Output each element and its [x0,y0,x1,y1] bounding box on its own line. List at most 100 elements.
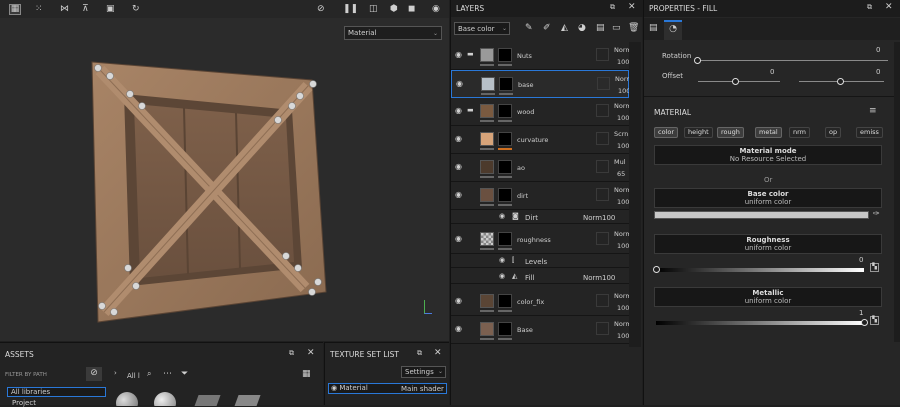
grid-view-icon[interactable]: ▦ [302,370,311,379]
brush-icon[interactable]: ✐ [543,24,551,33]
layer-opacity[interactable]: 100 [617,114,629,122]
channel-tag-nrm[interactable]: nrm [789,127,811,138]
metallic-gradient[interactable] [656,321,864,325]
eye-icon[interactable]: ◉ [455,235,462,243]
eye-icon[interactable]: ◉ [455,163,462,171]
folder-icon[interactable]: ▬ [467,107,474,114]
base-color-box[interactable]: Base color uniform color [654,188,882,208]
roughness-slider[interactable] [652,266,660,273]
eye-icon[interactable]: ◉ [455,135,462,143]
layer-blend[interactable]: Mul [614,158,626,166]
chevron-right-icon[interactable]: › [114,370,117,377]
search-icon[interactable]: ⌕ [147,370,151,378]
layer-opacity[interactable]: 100 [617,332,629,340]
camera-icon[interactable]: ◉ [432,5,440,14]
texture-set-item[interactable]: ◉ Material Main shader [328,383,447,394]
layer-row[interactable]: ◉ curvature Scrn 100 [451,126,629,154]
add-layer-icon[interactable]: ▤ [596,24,605,33]
tools-icon[interactable]: ✎ [525,24,533,33]
undock-icon[interactable]: ⧉ [289,350,294,357]
eye-icon[interactable]: ◉ [455,297,462,305]
offset-y-slider[interactable] [837,78,844,85]
more-icon[interactable]: ⋯ [163,370,172,379]
rotation-slider[interactable] [694,57,701,64]
effect-blend[interactable]: Norm [583,214,602,222]
history-icon[interactable]: ↻ [132,5,140,14]
cube-icon[interactable]: ⬢ [390,5,398,14]
base-color-swatch[interactable] [654,211,869,219]
layer-row[interactable]: ◉ base Norm 100 [451,70,633,98]
library-item-all[interactable]: All libraries [7,387,106,397]
channel-tag-color[interactable]: color [654,127,679,138]
align-icon[interactable]: ⊼ [82,5,89,14]
media-icon[interactable]: ▣ [106,5,115,14]
fill-bucket-icon[interactable]: ◭ [561,24,568,33]
layer-row[interactable]: ◉ ▬ wood Norm 100 [451,98,632,126]
settings-dropdown[interactable]: Settings ⌄ [401,366,446,378]
layer-row[interactable]: ◉ roughness Norm 100 [451,226,632,254]
effect-opacity[interactable]: 100 [602,274,615,282]
material-dropdown[interactable]: Material ⌄ [344,26,442,40]
delete-icon[interactable]: 🗑 [628,24,639,33]
material-mode-box[interactable]: Material mode No Resource Selected [654,145,882,165]
channel-tag-height[interactable]: height [684,127,713,138]
filter-toggle-icon[interactable]: ⊘ [86,367,102,381]
layer-opacity[interactable]: 65 [617,170,625,178]
asset-thumb[interactable] [154,392,176,406]
channel-dropdown[interactable]: Base color ⌄ [454,22,510,35]
texture-slot-icon[interactable]: ▚ [870,263,879,272]
close-icon[interactable]: ✕ [885,3,893,12]
texture-slot-icon[interactable]: ▚ [870,316,879,325]
eye-icon[interactable]: ◉ [455,51,462,59]
asset-thumb[interactable] [233,395,261,406]
eye-icon[interactable]: ◉ [331,385,337,392]
close-icon[interactable]: ✕ [434,349,442,358]
eye-icon[interactable]: ◉ [455,107,462,115]
frame-icon[interactable]: ◫ [369,5,378,14]
split-icon[interactable]: ⋈ [60,5,69,14]
settings-tab[interactable]: ▤ [649,24,658,33]
layer-row[interactable]: ◉ dirt Norm 100 [451,182,632,210]
metallic-slider[interactable] [860,319,868,326]
asset-thumb[interactable] [116,392,138,406]
close-icon[interactable]: ✕ [628,3,636,12]
eye-icon[interactable]: ◉ [455,191,462,199]
eyedropper-icon[interactable]: ✑ [873,210,880,218]
undock-icon[interactable]: ⧉ [417,350,422,357]
offset-x-slider[interactable] [732,78,739,85]
dotgrid-icon[interactable]: ⁙ [35,5,43,14]
roughness-box[interactable]: Roughness uniform color [654,234,882,254]
effect-row[interactable]: ◉ ⫿ Levels [451,254,629,268]
video-icon[interactable]: ◼ [408,5,415,14]
undock-icon[interactable]: ⧉ [867,4,872,11]
effect-blend[interactable]: Norm [583,274,602,282]
asset-thumb[interactable] [193,395,221,406]
layer-row[interactable]: ◉ ao Mul 65 [451,154,629,182]
eye-icon[interactable]: ◉ [456,80,463,88]
layer-opacity[interactable]: 100 [617,242,629,250]
channel-tag-metal[interactable]: metal [755,127,782,138]
eye-icon[interactable]: ◉ [499,273,505,280]
close-icon[interactable]: ✕ [307,349,315,358]
metallic-box[interactable]: Metallic uniform color [654,287,882,307]
layer-opacity[interactable]: 100 [617,304,629,312]
funnel-icon[interactable]: ⏷ [181,370,188,379]
viewport[interactable]: ▦ ⁙ ⋈ ⊼ ▣ ↻ ⊘ ❚❚ ◫ ⬢ ◼ ◉ Material ⌄ [0,0,449,341]
library-item-project[interactable]: Project [12,399,36,407]
pause-icon[interactable]: ❚❚ [343,5,358,14]
material-tab[interactable]: ◔ [664,20,682,40]
layer-row[interactable]: ◉ ▬ Nuts Norm 100 [451,42,632,70]
eye-icon[interactable]: ◉ [499,213,505,220]
palette-icon[interactable]: ◕ [578,24,586,33]
channel-tag-op[interactable]: op [825,127,842,138]
effect-row[interactable]: ◉ ◙ Dirt Norm 100 [451,210,629,224]
effect-row[interactable]: ◉ ◭ Fill Norm 100 [451,270,629,284]
eye-icon[interactable]: ◉ [455,325,462,333]
layer-blend[interactable]: Scrn [614,130,628,138]
material-menu-icon[interactable]: ≡ [869,107,877,116]
layer-row[interactable]: ◉ Base Norm 100 [451,316,632,344]
visibility-off-icon[interactable]: ⊘ [317,5,325,14]
grid-icon[interactable]: ▦ [9,4,21,15]
layer-opacity[interactable]: 100 [617,142,629,150]
layer-row[interactable]: ◉ color_fix Norm 100 [451,288,632,316]
